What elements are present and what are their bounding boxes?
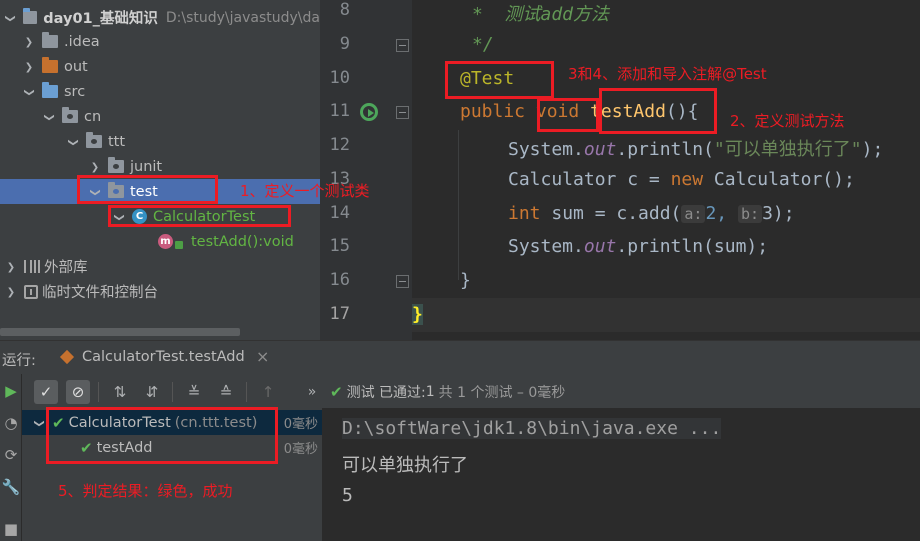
annotation-box-method bbox=[599, 88, 717, 134]
stop-icon[interactable]: ■ bbox=[2, 520, 20, 538]
show-passed-button[interactable]: ✓ bbox=[34, 380, 58, 404]
code-line-9: */ bbox=[472, 34, 494, 55]
library-icon bbox=[24, 260, 40, 273]
close-tab-icon[interactable]: × bbox=[256, 347, 269, 366]
annotation-step-3-4: 3和4、添加和导入注解@Test bbox=[568, 65, 767, 83]
annotation-step-2: 2、定义测试方法 bbox=[730, 112, 845, 130]
sort-duration-icon[interactable]: ⇵ bbox=[140, 380, 164, 404]
package-icon bbox=[62, 107, 78, 123]
annotation-box-test-package bbox=[77, 175, 218, 204]
line-number: 17 bbox=[329, 304, 350, 324]
annotation-box-test-result bbox=[46, 407, 278, 464]
param-hint-a: a: bbox=[681, 205, 706, 223]
code-line-12: System.out.println("可以单独执行了"); bbox=[508, 139, 884, 160]
tree-item-out[interactable]: out bbox=[0, 54, 320, 79]
code-line-13: Calculator c = new Calculator(); bbox=[508, 169, 855, 190]
excluded-folder-icon bbox=[42, 57, 58, 73]
toggle-auto-test-icon[interactable]: ⟳ bbox=[2, 446, 20, 464]
rerun-failed-icon[interactable]: ◔ bbox=[2, 414, 20, 432]
line-number: 15 bbox=[329, 236, 350, 256]
run-label: 运行: bbox=[2, 353, 36, 369]
more-actions-icon[interactable]: » bbox=[300, 380, 324, 404]
horizontal-scrollbar[interactable] bbox=[0, 328, 240, 336]
run-tab[interactable]: CalculatorTest.testAdd × bbox=[56, 341, 276, 375]
console-output[interactable]: D:\softWare\jdk1.8\bin\java.exe ... 可以单独… bbox=[322, 408, 920, 541]
previous-failed-icon[interactable]: ↑ bbox=[256, 380, 280, 404]
tree-item-src[interactable]: src bbox=[0, 79, 320, 104]
chevron-right-icon[interactable] bbox=[22, 35, 36, 48]
rerun-icon[interactable]: ▶ bbox=[2, 382, 20, 400]
line-number: 10 bbox=[329, 68, 350, 88]
run-panel-header: 运行: CalculatorTest.testAdd × bbox=[0, 340, 920, 374]
run-test-gutter-icon[interactable] bbox=[360, 103, 378, 121]
annotation-step-1: 1、定义一个测试类 bbox=[240, 182, 370, 200]
folder-icon bbox=[42, 32, 58, 48]
chevron-down-icon[interactable] bbox=[42, 110, 56, 123]
scratch-icon bbox=[24, 284, 38, 299]
package-icon bbox=[86, 132, 102, 148]
line-number: 14 bbox=[329, 203, 350, 223]
line-number: 11 bbox=[329, 101, 350, 121]
annotation-box-test-class bbox=[108, 205, 291, 227]
code-line-15: System.out.println(sum); bbox=[508, 236, 769, 257]
code-line-14: int sum = c.add(a: 2, b: 3); bbox=[508, 203, 795, 224]
chevron-down-icon[interactable] bbox=[32, 416, 46, 429]
check-icon: ✔ bbox=[330, 383, 343, 401]
chevron-down-icon[interactable] bbox=[66, 135, 80, 148]
project-tree-panel: day01_基础知识 D:\study\javastudy\da .idea o… bbox=[0, 0, 320, 340]
tree-item-test-add[interactable]: m testAdd():void bbox=[0, 229, 320, 254]
toolbar-separator bbox=[246, 382, 247, 402]
code-line-17: } bbox=[412, 304, 423, 325]
show-ignored-button[interactable]: ⊘ bbox=[66, 380, 90, 404]
chevron-right-icon[interactable] bbox=[22, 60, 36, 73]
param-hint-b: b: bbox=[738, 205, 763, 223]
chevron-right-icon[interactable] bbox=[4, 285, 18, 298]
wrench-icon[interactable]: 🔧 bbox=[2, 478, 21, 496]
fold-marker-icon[interactable] bbox=[396, 106, 409, 119]
package-icon bbox=[108, 157, 124, 173]
code-line-16: } bbox=[460, 270, 471, 291]
module-folder-icon bbox=[22, 8, 38, 24]
toolbar-separator bbox=[98, 382, 99, 402]
sort-alpha-icon[interactable]: ⇅ bbox=[108, 380, 132, 404]
line-number: 16 bbox=[329, 270, 350, 290]
tree-item-scratches[interactable]: 临时文件和控制台 bbox=[0, 279, 320, 304]
run-side-toolbar: ▶ ◔ ⟳ 🔧 ■ bbox=[0, 374, 22, 541]
tree-item-cn[interactable]: cn bbox=[0, 104, 320, 129]
tree-item-idea[interactable]: .idea bbox=[0, 29, 320, 54]
current-line-highlight bbox=[412, 298, 920, 332]
chevron-right-icon[interactable] bbox=[88, 160, 102, 173]
test-diamond-icon bbox=[59, 349, 75, 365]
tree-item-external-libs[interactable]: 外部库 bbox=[0, 254, 320, 279]
fold-marker-icon[interactable] bbox=[396, 39, 409, 52]
public-lock-icon bbox=[175, 240, 183, 249]
line-number: 9 bbox=[339, 34, 350, 54]
chevron-right-icon[interactable] bbox=[4, 260, 18, 273]
line-number: 12 bbox=[329, 135, 350, 155]
indent-guide bbox=[458, 130, 459, 280]
tree-root-day01[interactable]: day01_基础知识 D:\study\javastudy\da bbox=[0, 5, 320, 30]
console-line-output: 可以单独执行了 bbox=[342, 455, 468, 476]
console-line-command: D:\softWare\jdk1.8\bin\java.exe ... bbox=[342, 418, 722, 439]
collapse-all-icon[interactable]: ≙ bbox=[214, 380, 238, 404]
annotation-step-5: 5、判定结果：绿色，成功 bbox=[58, 482, 233, 500]
source-folder-icon bbox=[42, 82, 58, 98]
chevron-down-icon[interactable] bbox=[4, 11, 17, 24]
fold-marker-icon[interactable] bbox=[396, 275, 409, 288]
chevron-down-icon[interactable] bbox=[22, 85, 36, 98]
expand-all-icon[interactable]: ≚ bbox=[182, 380, 206, 404]
annotation-box-void bbox=[537, 98, 599, 132]
method-icon: m bbox=[158, 234, 173, 249]
annotation-box-test-annotation bbox=[445, 61, 554, 99]
tree-item-ttt[interactable]: ttt bbox=[0, 129, 320, 154]
code-line-8: * 测试add方法 bbox=[472, 4, 610, 25]
test-status: ✔ 测试 已通过: 1 共 1 个测试 – 0毫秒 bbox=[330, 383, 566, 401]
run-tab-title: CalculatorTest.testAdd bbox=[82, 349, 245, 365]
code-editor[interactable]: 8 9 10 11 12 13 14 15 16 17 * 测试add方法 */… bbox=[320, 0, 920, 340]
line-number: 8 bbox=[339, 0, 350, 20]
console-line-result: 5 bbox=[342, 485, 353, 506]
toolbar-separator bbox=[172, 382, 173, 402]
